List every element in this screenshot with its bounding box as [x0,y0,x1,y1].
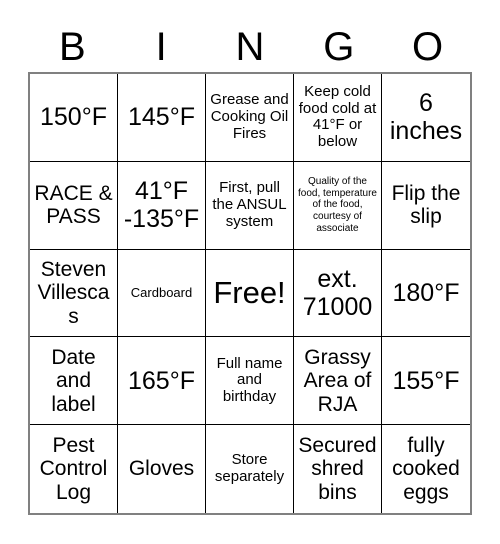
bingo-cell[interactable]: 41°F -135°F [118,161,206,250]
bingo-cell-label: Store separately [214,451,285,486]
bingo-cell[interactable]: Store separately [206,425,294,513]
bingo-cell-label: 145°F [128,103,195,132]
bingo-cell[interactable]: Keep cold food cold at 41°F or below [294,74,382,162]
bingo-cell[interactable]: Grease and Cooking Oil Fires [206,74,294,162]
bingo-header-letter-b: B [59,25,86,69]
bingo-cell-label: Flip the slip [391,181,461,229]
bingo-cell[interactable]: Pest Control Log [30,425,118,513]
bingo-cell[interactable]: Gloves [118,425,206,513]
bingo-cell[interactable]: Cardboard [118,249,206,338]
bingo-cell[interactable]: 6 inches [382,74,470,162]
bingo-cell[interactable]: Steven Villescas [30,249,118,338]
bingo-cell[interactable]: 150°F [30,74,118,162]
bingo-cell-label: 6 inches [389,89,463,146]
bingo-cell-label: 165°F [128,366,195,395]
bingo-cell[interactable]: Flip the slip [382,162,470,250]
bingo-cell[interactable]: 165°F [118,337,206,426]
bingo-cell-label: RACE & PASS [34,181,113,229]
bingo-cell-label: First, pull the ANSUL system [212,179,287,230]
bingo-cell[interactable]: 180°F [382,250,470,338]
bingo-cell[interactable]: Secured shred bins [294,425,382,513]
bingo-cell[interactable]: Grassy Area of RJA [294,337,382,426]
bingo-cell-label: 41°F -135°F [123,177,200,234]
bingo-header-letter-n: N [235,25,265,69]
bingo-cell-label: ext. 71000 [302,264,373,321]
bingo-cell[interactable]: 145°F [118,74,206,162]
bingo-cell-free[interactable]: Free! [206,249,294,338]
bingo-cell-label: Cardboard [130,284,193,300]
bingo-cell-label: Pest Control Log [39,433,108,504]
bingo-cell[interactable]: Quality of the food, temperature of the … [294,161,382,250]
bingo-card: B I N G O 150°F 145°F Grease and Cooking Oil F… [0,0,500,544]
bingo-grid: 150°F 145°F Grease and Cooking Oil Fires Ke… [28,72,472,515]
bingo-cell-label: Grease and Cooking Oil Fires [210,91,289,142]
bingo-cell-label: Free! [213,274,286,310]
bingo-cell-label: Date and label [51,345,96,416]
bingo-cell-label: Gloves [128,457,195,481]
bingo-header-letter-o: O [412,25,444,69]
bingo-cell-label: 180°F [392,278,460,307]
bingo-cell-label: Quality of the food, temperature of the … [298,175,377,234]
bingo-cell-label: 155°F [392,366,460,395]
bingo-cell-label: Keep cold food cold at 41°F or below [298,82,377,151]
bingo-cell[interactable]: fully cooked eggs [382,425,470,513]
bingo-header-letter-i: I [155,25,167,69]
bingo-header-letter-g: G [323,25,355,69]
bingo-cell-label: Steven Villescas [37,257,110,328]
bingo-cell[interactable]: Full name and birthday [206,337,294,426]
bingo-cell[interactable]: First, pull the ANSUL system [206,161,294,250]
bingo-cell-label: 150°F [40,103,107,132]
bingo-cell[interactable]: RACE & PASS [30,161,118,250]
bingo-cell-label: Secured shred bins [298,433,377,504]
bingo-cell[interactable]: ext. 71000 [294,249,382,338]
bingo-cell-label: Full name and birthday [216,354,283,406]
bingo-cell[interactable]: 155°F [382,337,470,426]
bingo-cell[interactable]: Date and label [30,337,118,426]
bingo-cell-label: fully cooked eggs [392,433,460,504]
bingo-cell-label: Grassy Area of RJA [303,345,372,416]
bingo-header-row: BINGO [28,22,472,72]
